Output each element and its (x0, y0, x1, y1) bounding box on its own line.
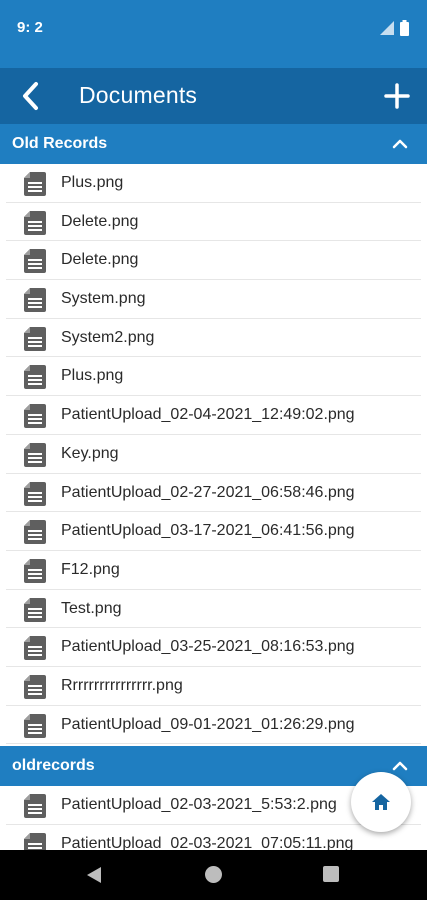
home-icon (372, 794, 390, 810)
document-icon (24, 365, 46, 390)
section-header-old-records[interactable]: Old Records (0, 124, 427, 164)
status-time: 9: 2 (17, 19, 43, 36)
document-icon (24, 713, 46, 738)
section-title: oldrecords (12, 757, 95, 774)
document-icon (24, 442, 46, 467)
document-icon (24, 597, 46, 622)
file-row[interactable]: PatientUpload_03-17-2021_06:41:56.png (6, 512, 421, 551)
file-name: PatientUpload_02-03-2021_07:05:11.png (61, 834, 354, 850)
page-title: Documents (79, 82, 198, 108)
file-row[interactable]: F12.png (6, 551, 421, 590)
file-name: PatientUpload_02-27-2021_06:58:46.png (61, 483, 355, 501)
file-name: F12.png (61, 560, 120, 578)
file-row[interactable]: System2.png (6, 319, 421, 358)
file-name: PatientUpload_03-25-2021_08:16:53.png (61, 638, 355, 656)
nav-back-icon[interactable] (86, 866, 102, 884)
document-icon (24, 404, 46, 429)
file-row[interactable]: Key.png (6, 435, 421, 474)
file-row[interactable]: Plus.png (6, 164, 421, 203)
signal-icon (380, 21, 394, 35)
document-icon (24, 558, 46, 583)
file-name: Key.png (61, 444, 119, 462)
file-row[interactable]: Plus.png (6, 357, 421, 397)
file-list-old-records: Plus.png Delete.png Delete.png System.png Sy… (0, 164, 427, 745)
battery-icon (400, 20, 409, 36)
file-row[interactable]: Delete.png (6, 203, 421, 242)
home-button[interactable] (351, 772, 411, 832)
chevron-up-icon[interactable] (391, 759, 409, 773)
file-row[interactable]: PatientUpload_02-27-2021_06:58:46.png (6, 474, 421, 513)
document-icon (24, 249, 46, 274)
document-icon (24, 288, 46, 313)
file-name: PatientUpload_03-17-2021_06:41:56.png (61, 522, 355, 540)
document-icon (24, 674, 46, 699)
file-row[interactable]: PatientUpload_02-04-2021_12:49:02.png (6, 396, 421, 435)
file-row[interactable]: Test.png (6, 590, 421, 629)
document-icon (24, 520, 46, 545)
file-name: Delete.png (61, 212, 139, 230)
system-nav-bar (0, 850, 427, 900)
back-button[interactable] (14, 78, 50, 114)
file-row[interactable]: PatientUpload_03-25-2021_08:16:53.png (6, 628, 421, 667)
file-name: Plus.png (61, 174, 124, 191)
file-name: PatientUpload_09-01-2021_01:26:29.png (61, 715, 355, 733)
add-document-button[interactable] (379, 78, 415, 114)
file-name: PatientUpload_02-03-2021_5:53:2.png (61, 796, 337, 813)
file-name: Rrrrrrrrrrrrrrrr.png (61, 676, 183, 694)
nav-home-icon[interactable] (205, 866, 222, 883)
document-icon (24, 172, 46, 196)
chevron-up-icon[interactable] (391, 137, 409, 151)
document-icon (24, 326, 46, 351)
file-row[interactable]: PatientUpload_02-03-2021_07:05:11.png (6, 825, 421, 850)
document-icon (24, 481, 46, 506)
file-name: PatientUpload_02-04-2021_12:49:02.png (61, 406, 355, 424)
app-bar: Documents (0, 68, 427, 124)
file-name: Plus.png (61, 367, 124, 385)
file-row[interactable]: System.png (6, 280, 421, 319)
nav-recent-icon[interactable] (323, 866, 339, 882)
file-row[interactable]: Delete.png (6, 241, 421, 281)
file-name: System2.png (61, 328, 155, 346)
file-row[interactable]: Rrrrrrrrrrrrrrrr.png (6, 667, 421, 706)
document-icon (24, 636, 46, 661)
plus-icon (384, 83, 410, 109)
file-name: System.png (61, 290, 146, 308)
section-title: Old Records (12, 135, 108, 152)
document-icon (24, 210, 46, 235)
file-name: Delete.png (61, 251, 139, 269)
back-arrow-icon (23, 82, 38, 110)
document-icon (24, 832, 46, 850)
file-name: Test.png (61, 599, 122, 617)
file-row[interactable]: PatientUpload_09-01-2021_01:26:29.png (6, 706, 421, 745)
document-icon (24, 794, 46, 818)
status-bar: 9: 2 (0, 0, 427, 68)
